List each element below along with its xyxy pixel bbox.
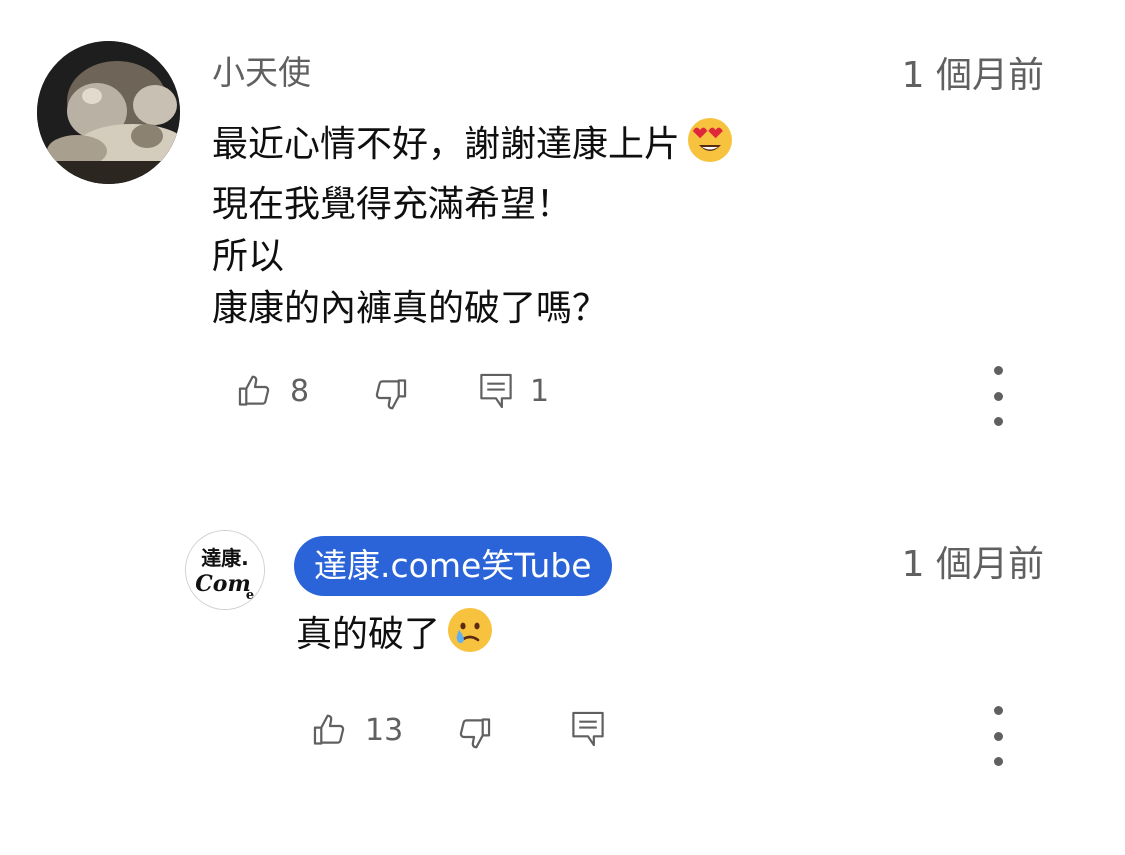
reply-like-button[interactable] (311, 711, 349, 753)
thumbs-up-icon (313, 714, 345, 745)
thumbs-down-icon (375, 379, 407, 410)
svg-text:Com: Com (195, 571, 250, 597)
comment-line-2: 現在我覺得充滿希望！ (212, 184, 573, 225)
reply-text: 真的破了 (296, 606, 494, 669)
crying-face-emoji-icon (446, 606, 494, 669)
comment-timestamp: 1 個月前 (901, 55, 1044, 96)
comment-line-4: 康康的內褲真的破了嗎？ (212, 288, 609, 329)
reply-dislike-button[interactable] (455, 714, 493, 756)
comment-reply-icon (572, 711, 604, 747)
reply-more-options-icon[interactable] (988, 706, 1008, 766)
comment-line-3: 所以 (212, 236, 285, 277)
reply-button[interactable] (478, 372, 514, 414)
more-options-icon[interactable] (988, 366, 1008, 426)
creator-avatar[interactable]: 達康. Com e (185, 530, 265, 610)
cherub-statue-image (37, 41, 180, 184)
commenter-avatar[interactable] (37, 41, 180, 184)
dislike-button[interactable] (371, 375, 409, 417)
like-button[interactable] (236, 372, 274, 414)
reply-reply-button[interactable] (570, 710, 606, 752)
thumbs-down-icon (459, 718, 491, 749)
reply-count: 1 (530, 374, 550, 409)
comment-line-1: 最近心情不好，謝謝達康上片 (212, 116, 734, 179)
comment-author[interactable]: 小天使 (212, 53, 311, 93)
creator-author-badge[interactable]: 達康.come笑Tube (294, 536, 612, 596)
thumbs-up-icon (238, 375, 270, 406)
comment-text: 最近心情不好，謝謝達康上片 現在我覺得充滿希望！ 所以 康康的內褲真的破了嗎？ (212, 116, 734, 335)
svg-text:e: e (246, 588, 254, 603)
reply-like-count: 13 (365, 713, 404, 748)
heart-eyes-emoji-icon (686, 116, 734, 179)
like-count: 8 (290, 374, 310, 409)
reply-timestamp: 1 個月前 (901, 544, 1044, 585)
svg-text:達康.: 達康. (201, 546, 249, 570)
creator-logo: 達康. Com e (186, 531, 264, 609)
comment-reply-icon (480, 373, 512, 409)
